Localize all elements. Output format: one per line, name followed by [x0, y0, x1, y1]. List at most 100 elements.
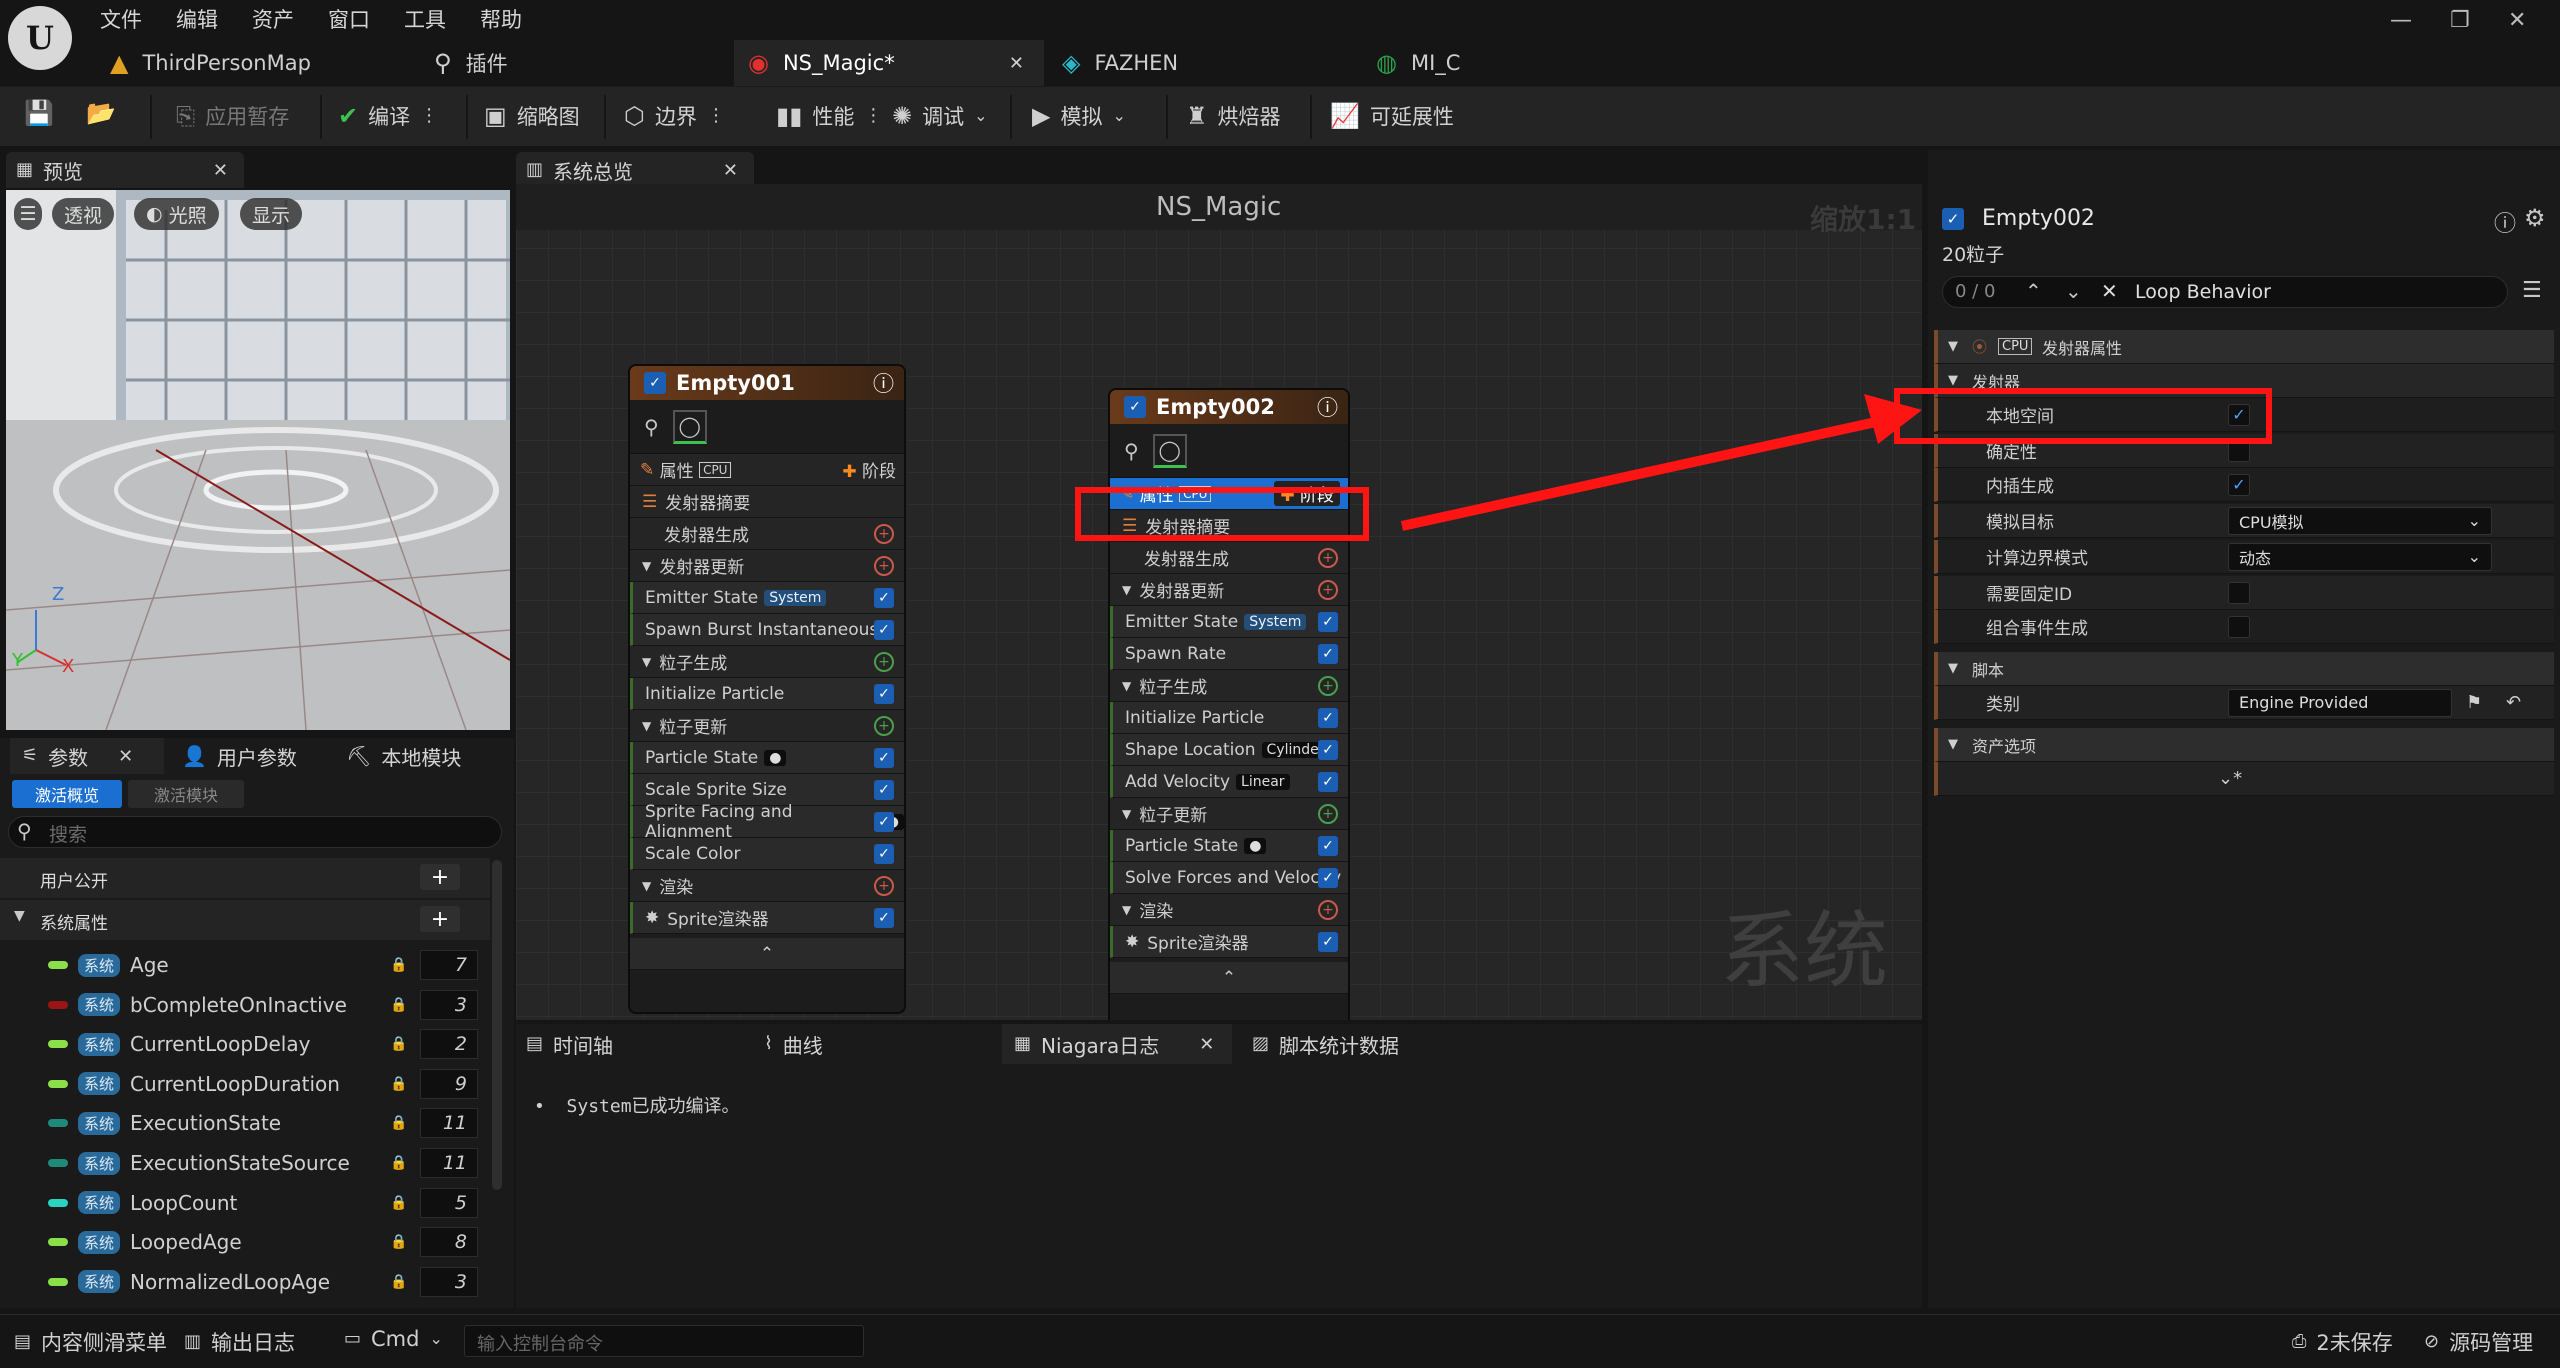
param-value[interactable]: 2	[420, 1029, 478, 1060]
cmd-dropdown[interactable]: ▭ Cmd ⌄	[344, 1327, 443, 1351]
detail-checkbox[interactable]: ✓	[2228, 473, 2250, 496]
user-exposed-category[interactable]: 用户公开 +	[0, 858, 490, 898]
close-tab-icon[interactable]: ✕	[1009, 53, 1024, 74]
category-input[interactable]: Engine Provided	[2228, 688, 2452, 717]
kebab-icon[interactable]: ⋮	[707, 107, 725, 125]
unreal-logo-icon[interactable]: U	[8, 6, 72, 70]
output-log-button[interactable]: ▥ 输出日志	[184, 1327, 295, 1357]
compile-button[interactable]: ✔ 编译 ⋮	[338, 101, 438, 131]
preview-viewport[interactable]: ☰ 透视 ◐ 光照 显示 Z Y X	[6, 190, 510, 730]
tab-script-stats[interactable]: ▨ 脚本统计数据	[1252, 1024, 1399, 1064]
perf-button[interactable]: ▮▮ 性能 ⋮	[776, 101, 882, 131]
close-tab-icon[interactable]: ✕	[723, 160, 738, 181]
add-system-param-button[interactable]: +	[420, 906, 460, 932]
params-scrollbar[interactable]	[492, 860, 502, 1190]
kebab-icon[interactable]: ⋮	[864, 107, 882, 125]
param-value[interactable]: 11	[420, 1108, 478, 1139]
filter-icon[interactable]: ☰	[2522, 278, 2542, 303]
param-value[interactable]: 9	[420, 1068, 478, 1099]
show-button[interactable]: 显示	[240, 198, 303, 230]
param-value[interactable]: 11	[420, 1148, 478, 1178]
apply-button[interactable]: ⎘ 应用暂存	[176, 101, 289, 131]
menu-help[interactable]: 帮助	[480, 4, 522, 34]
scalability-button[interactable]: 📈 可延展性	[1330, 101, 1454, 131]
menu-edit[interactable]: 编辑	[176, 4, 218, 34]
system-overview-graph[interactable]: NS_Magic 缩放1:1 系统 ✓ Empty001 ⓘ ⚲ ◯ ✎ 属性 CPU ✚ …	[516, 184, 1922, 1020]
tab-user-params[interactable]: 👤 用户参数	[182, 738, 297, 774]
tab-preview[interactable]: ▦ 预览 ✕	[6, 152, 244, 188]
tab-system-overview[interactable]: ▥ 系统总览 ✕	[516, 152, 754, 188]
params-search-input[interactable]: ⚲ 搜索	[8, 816, 502, 848]
param-value[interactable]: 5	[420, 1187, 478, 1218]
browse-icon[interactable]: 📂	[86, 101, 116, 125]
perspective-button[interactable]: 透视	[52, 198, 115, 230]
clear-search-icon[interactable]: ✕	[2101, 279, 2118, 303]
tab-local-modules[interactable]: ⛏ 本地模块	[346, 738, 461, 774]
details-search-input[interactable]: 0 / 0 ⌃ ⌄ ✕ Loop Behavior	[1942, 276, 2508, 308]
param-value[interactable]: 8	[420, 1227, 478, 1258]
gear-icon[interactable]: ⚙	[2524, 204, 2546, 232]
tab-curves[interactable]: ⌇ 曲线	[764, 1024, 823, 1064]
param-value[interactable]: 7	[420, 950, 478, 980]
emitter-enabled-checkbox[interactable]: ✓	[1942, 208, 1964, 230]
tab-plugins[interactable]: ⚲ 插件	[420, 40, 730, 86]
chevron-down-icon[interactable]: ⌄	[2065, 279, 2082, 303]
reset-icon[interactable]: ↶	[2506, 692, 2521, 713]
restore-icon[interactable]: ❐	[2450, 8, 2470, 33]
source-control-button[interactable]: ⊘ 源码管理	[2424, 1327, 2533, 1357]
add-user-param-button[interactable]: +	[420, 864, 460, 890]
save-icon[interactable]: 💾	[24, 101, 54, 125]
baker-button[interactable]: ♜ 烘焙器	[1186, 101, 1281, 131]
debug-button[interactable]: ✺ 调试 ⌄	[892, 101, 988, 131]
unsaved-button[interactable]: ⎙ 2未保存	[2292, 1327, 2393, 1357]
param-row[interactable]: 系统 CurrentLoopDelay 🔒 2	[0, 1025, 490, 1063]
detail-checkbox[interactable]	[2228, 615, 2250, 638]
active-modules-button[interactable]: 激活模块	[128, 780, 244, 808]
category-script[interactable]: ▼ 脚本	[1934, 652, 2554, 686]
param-value[interactable]: 3	[420, 1266, 478, 1297]
detail-select[interactable]: 动态 ⌄	[2228, 542, 2492, 571]
info-icon[interactable]: ⓘ	[2494, 206, 2516, 238]
console-input[interactable]: 输入控制台命令	[464, 1325, 864, 1357]
category-asset-options[interactable]: ▼ 资产选项	[1934, 728, 2554, 762]
menu-tools[interactable]: 工具	[404, 4, 446, 34]
chevron-up-icon[interactable]: ⌃	[2025, 279, 2042, 303]
detail-checkbox[interactable]	[2228, 581, 2250, 604]
minimize-icon[interactable]: —	[2390, 8, 2412, 33]
tab-fazhen[interactable]: ◈ FAZHEN	[1048, 40, 1358, 86]
param-row[interactable]: 系统 ExecutionStateSource 🔒 11	[0, 1144, 490, 1182]
advanced-expander[interactable]: ⌄*	[1934, 762, 2554, 796]
lighting-button[interactable]: ◐ 光照	[134, 198, 219, 230]
content-drawer-button[interactable]: ▤ 内容侧滑菜单	[14, 1327, 167, 1357]
param-row[interactable]: 系统 CurrentLoopDuration 🔒 9	[0, 1065, 490, 1103]
param-row[interactable]: 系统 LoopedAge 🔒 8	[0, 1223, 490, 1261]
tab-niagara-log[interactable]: ▦ Niagara日志 ✕	[1002, 1024, 1232, 1064]
menu-file[interactable]: 文件	[100, 4, 142, 34]
tab-mi-c[interactable]: ◍ MI_C	[1362, 40, 1672, 86]
tab-timeline[interactable]: ▤ 时间轴	[526, 1024, 613, 1064]
menu-asset[interactable]: 资产	[252, 4, 294, 34]
param-row[interactable]: 系统 Age 🔒 7	[0, 946, 490, 984]
param-row[interactable]: 系统 NormalizedLoopAge 🔒 3	[0, 1263, 490, 1301]
kebab-icon[interactable]: ⋮	[420, 107, 438, 125]
active-overview-button[interactable]: 激活概览	[12, 780, 122, 808]
param-row[interactable]: 系统 bCompleteOnInactive 🔒 3	[0, 986, 490, 1024]
simulate-button[interactable]: ▶ 模拟 ⌄	[1032, 101, 1126, 131]
flag-icon[interactable]: ⚑	[2466, 692, 2482, 713]
menu-window[interactable]: 窗口	[328, 4, 370, 34]
thumbnail-button[interactable]: ▣ 缩略图	[484, 101, 580, 131]
detail-select[interactable]: CPU模拟 ⌄	[2228, 506, 2492, 535]
tab-parameters[interactable]: ⚟ 参数 ✕	[10, 738, 164, 774]
param-row[interactable]: 系统 ExecutionState 🔒 11	[0, 1104, 490, 1142]
system-props-category[interactable]: ▼ 系统属性 +	[0, 900, 490, 940]
param-value[interactable]: 3	[420, 989, 478, 1020]
close-window-icon[interactable]: ✕	[2508, 8, 2526, 33]
close-tab-icon[interactable]: ✕	[118, 746, 133, 767]
tab-thirdpersonmap[interactable]: ▲ ThirdPersonMap	[96, 40, 416, 86]
close-tab-icon[interactable]: ✕	[213, 160, 228, 181]
tab-ns-magic[interactable]: ◉ NS_Magic* ✕	[734, 40, 1044, 86]
viewport-menu-button[interactable]: ☰	[14, 198, 42, 230]
close-tab-icon[interactable]: ✕	[1199, 1034, 1214, 1055]
category-emitter-props[interactable]: ▼ ⦿ CPU 发射器属性	[1934, 330, 2554, 364]
param-row[interactable]: 系统 LoopCount 🔒 5	[0, 1184, 490, 1222]
